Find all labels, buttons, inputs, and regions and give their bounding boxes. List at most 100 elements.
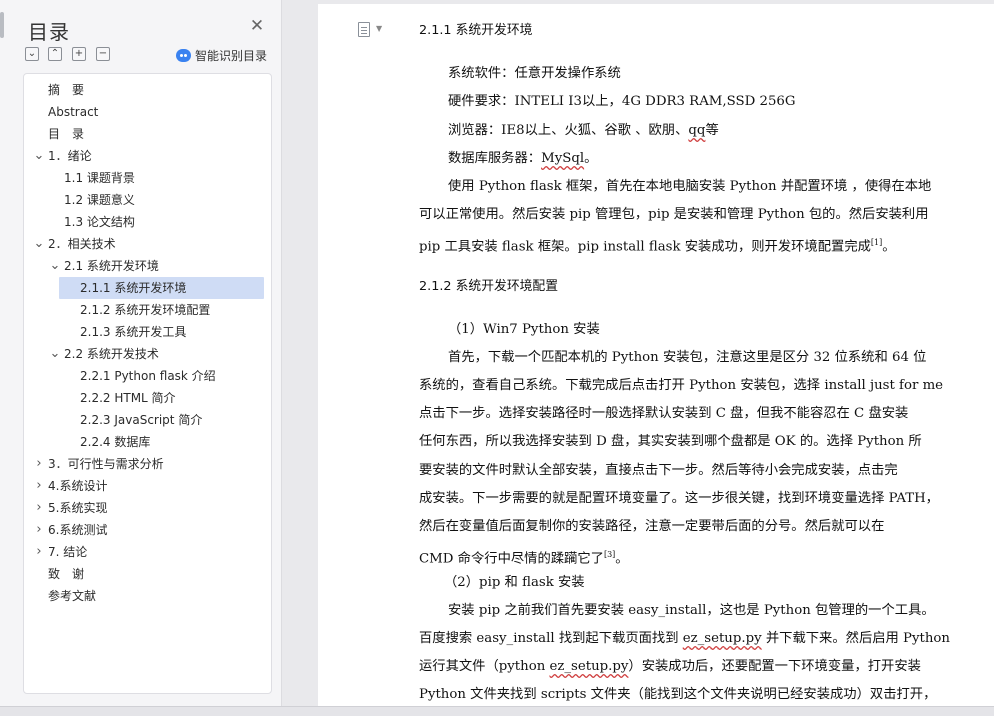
toc-item-label: 2.2.1 Python flask 介绍 [80, 369, 216, 383]
line-text: 数据库服务器： [448, 151, 542, 166]
paragraph-line: 要安装的文件时默认全部安装，直接点击下一步。然后等待小会完成安装，点击完 [419, 461, 898, 481]
toc-item[interactable]: › 5.系统实现 [24, 497, 271, 519]
paragraph-line: （2）pip 和 flask 安装 [444, 573, 585, 593]
toc-item-label: 2.1.2 系统开发环境配置 [80, 303, 211, 317]
paragraph-line: CMD 命令行中尽情的蹂躏它了[3]。 [419, 545, 629, 569]
toc-item[interactable]: 2.1.2 系统开发环境配置 [24, 299, 271, 321]
toc-item[interactable]: 目 录 [24, 123, 271, 145]
line-text: 浏览器：IE8以上、火狐、谷歌 、欧朋、 [448, 123, 689, 138]
paragraph-line: pip 工具安装 flask 框架。pip install flask 安装成功… [419, 233, 896, 257]
line-text-tail: ）安装成功后，还要配置一下环境变量，打开安装 [628, 659, 921, 674]
paragraph-line: 数据库服务器：MySql。 [448, 149, 597, 169]
line-text: 点击下一步。选择安装路径时一般选择默认安装到 C 盘，但我不能容忍在 C 盘安装 [419, 406, 909, 421]
toc-item[interactable]: 2.1.3 系统开发工具 [24, 321, 271, 343]
toc-item[interactable]: 摘 要 [24, 79, 271, 101]
line-text: 硬件要求：INTELI I3以上，4G DDR3 RAM,SSD 256G [448, 94, 796, 109]
chevron-right-icon[interactable]: › [33, 475, 45, 497]
chevron-right-icon[interactable]: › [33, 453, 45, 475]
toc-item-label: 7. 结论 [48, 545, 88, 559]
paragraph-line: 任何东西，所以我选择安装到 D 盘，其实安装到哪个盘都是 OK 的。选择 Pyt… [419, 432, 922, 452]
toc-item[interactable]: ⌄ 2.2 系统开发技术 [24, 343, 271, 365]
chevron-right-icon[interactable]: › [33, 497, 45, 519]
toc-item[interactable]: 1.1 课题背景 [24, 167, 271, 189]
toc-item[interactable]: 2.2.2 HTML 简介 [24, 387, 271, 409]
toc-item-label: 2．相关技术 [48, 237, 116, 251]
expand-level-icon[interactable]: ⌃ [48, 47, 62, 61]
paragraph-line: 浏览器：IE8以上、火狐、谷歌 、欧朋、qq等 [448, 121, 719, 141]
citation-marker[interactable]: [3] [604, 550, 615, 559]
add-heading-icon[interactable]: + [72, 47, 86, 61]
line-text: （2）pip 和 flask 安装 [444, 575, 585, 590]
line-text: 然后在变量值后面复制你的安装路径，注意一定要带后面的分号。然后就可以在 [419, 519, 885, 534]
line-text-tail: 等 [705, 123, 719, 138]
spellcheck-word[interactable]: qq [688, 123, 705, 138]
toc-item[interactable]: Abstract [24, 101, 271, 123]
toc-item-label: 1.2 课题意义 [64, 193, 135, 207]
toc-item[interactable]: › 4.系统设计 [24, 475, 271, 497]
chevron-down-icon[interactable]: ⌄ [49, 255, 61, 277]
page-icon[interactable] [358, 22, 370, 37]
toc-item[interactable]: 1.3 论文结构 [24, 211, 271, 233]
chevron-right-icon[interactable]: › [33, 541, 45, 563]
chevron-down-icon[interactable]: ⌄ [49, 343, 61, 365]
paragraph-line: Python 文件夹找到 scripts 文件夹（能找到这个文件夹说明已经安装成… [419, 685, 936, 705]
toc-item[interactable]: ⌄ 2．相关技术 [24, 233, 271, 255]
paragraph-line: （1）Win7 Python 安装 [448, 320, 600, 340]
close-icon[interactable]: ✕ [249, 18, 265, 35]
remove-heading-icon[interactable]: − [96, 47, 110, 61]
spellcheck-word[interactable]: ez_setup.py [550, 659, 629, 674]
toc-item[interactable]: ⌄ 2.1 系统开发环境 [24, 255, 271, 277]
spellcheck-word[interactable]: ez_setup.py [683, 631, 762, 646]
toc-item[interactable]: 2.2.3 JavaScript 简介 [24, 409, 271, 431]
toc-item[interactable]: 致 谢 [24, 563, 271, 585]
line-text: 百度搜索 easy_install 找到起下载页面找到 [419, 631, 683, 646]
smart-toc-label: 智能识别目录 [195, 48, 268, 63]
smart-toc-button[interactable]: 智能识别目录 [176, 46, 267, 64]
toc-item-label: 2.1 系统开发环境 [64, 259, 159, 273]
toc-item-label: 2.2.3 JavaScript 简介 [80, 413, 203, 427]
citation-marker[interactable]: [1] [871, 238, 882, 247]
toc-item[interactable]: 1.2 课题意义 [24, 189, 271, 211]
chevron-down-icon[interactable]: ⌄ [33, 145, 45, 167]
toc-item-label: 1.1 课题背景 [64, 171, 135, 185]
toc-item[interactable]: › 6.系统测试 [24, 519, 271, 541]
toc-item[interactable]: 2.2.1 Python flask 介绍 [24, 365, 271, 387]
line-text-tail: 并下载下来。然后启用 Python [761, 631, 950, 646]
toc-item-label: 2.2.2 HTML 简介 [80, 391, 176, 405]
line-text: （1）Win7 Python 安装 [448, 322, 600, 337]
toc-item[interactable]: › 7. 结论 [24, 541, 271, 563]
line-text: 要安装的文件时默认全部安装，直接点击下一步。然后等待小会完成安装，点击完 [419, 463, 898, 478]
toc-item[interactable]: 参考文献 [24, 585, 271, 607]
paragraph-line: 系统的，查看自己系统。下载完成后点击打开 Python 安装包，选择 insta… [419, 376, 943, 396]
toc-item-label: 2.1.3 系统开发工具 [80, 325, 187, 339]
toc-list: 摘 要 Abstract 目 录 ⌄ 1．绪论 1.1 课题背景 1.2 课题意义 1.3 论… [23, 73, 272, 694]
collapse-all-icon[interactable]: ⌄ [25, 47, 39, 61]
toc-item[interactable]: 2.2.4 数据库 [24, 431, 271, 453]
line-text: Python 文件夹找到 scripts 文件夹（能找到这个文件夹说明已经安装成… [419, 687, 937, 702]
toc-item-label: 参考文献 [48, 589, 97, 603]
toc-item-label: 1．绪论 [48, 149, 92, 163]
chevron-down-icon[interactable]: ⌄ [33, 233, 45, 255]
line-text: 2.1.1 系统开发环境 [419, 23, 533, 38]
line-text-tail: 。 [584, 151, 598, 166]
paragraph-line: 然后在变量值后面复制你的安装路径，注意一定要带后面的分号。然后就可以在 [419, 517, 884, 537]
chevron-down-icon[interactable]: ▼ [376, 24, 382, 33]
toc-item-label: 5.系统实现 [48, 501, 108, 515]
toc-item[interactable]: 2.1.1 系统开发环境 [24, 277, 271, 299]
toc-item-label: 3．可行性与需求分析 [48, 457, 164, 471]
toc-item-label: 4.系统设计 [48, 479, 108, 493]
toc-item-label: 2.2.4 数据库 [80, 435, 151, 449]
line-text: 可以正常使用。然后安装 pip 管理包，pip 是安装和管理 Python 包的… [419, 207, 929, 222]
nav-scrollbar-thumb[interactable] [0, 12, 4, 38]
nav-title: 目录 [28, 20, 70, 44]
section-heading: 2.1.2 系统开发环境配置 [419, 277, 558, 297]
toc-item[interactable]: ⌄ 1．绪论 [24, 145, 271, 167]
line-text: 成安装。下一步需要的就是配置环境变量了。这一步很关键，找到环境变量选择 PATH… [419, 491, 939, 506]
line-text: 2.1.2 系统开发环境配置 [419, 279, 559, 294]
toc-item[interactable]: › 3．可行性与需求分析 [24, 453, 271, 475]
toc-item-label: 1.3 论文结构 [64, 215, 135, 229]
spellcheck-word[interactable]: MySql [541, 151, 584, 166]
chevron-right-icon[interactable]: › [33, 519, 45, 541]
document-page[interactable]: ▼ 2.1.1 系统开发环境 系统软件：任意开发操作系统 硬件要求：INTELI I… [318, 4, 994, 706]
toc-item-label: 目 录 [48, 127, 85, 141]
